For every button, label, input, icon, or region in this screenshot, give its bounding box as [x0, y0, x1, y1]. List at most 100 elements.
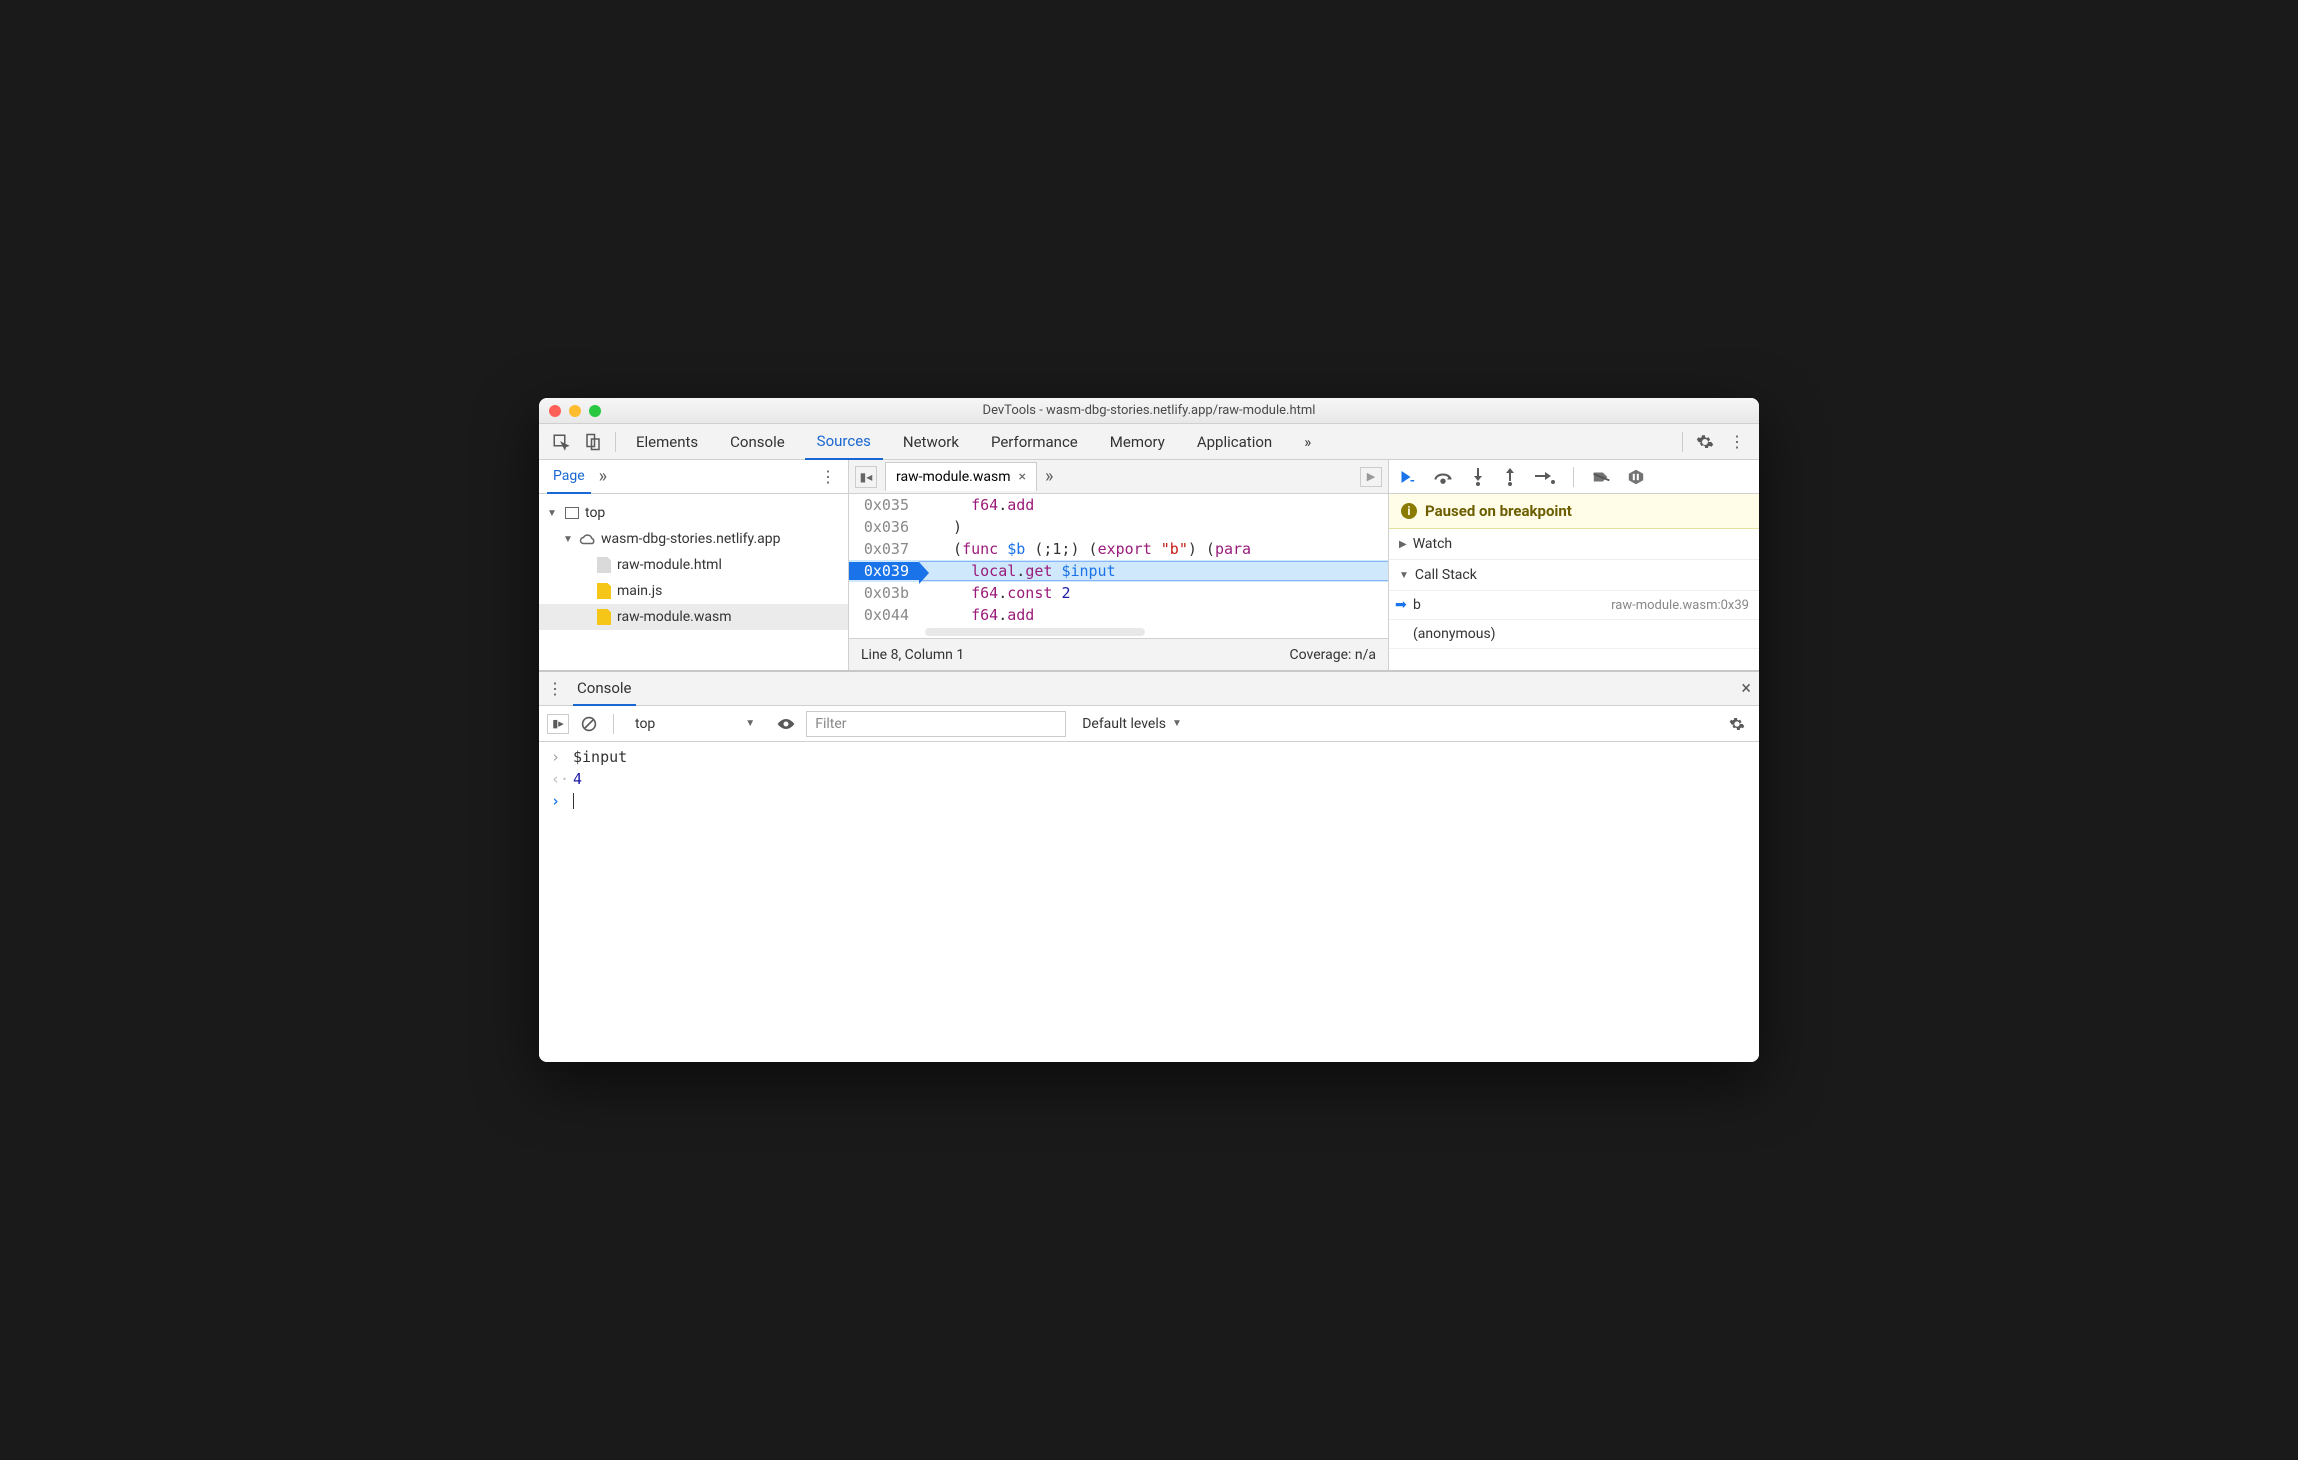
- editor-tabs-overflow[interactable]: »: [1045, 466, 1053, 487]
- sidebar-toggle[interactable]: ▮◂: [855, 466, 877, 488]
- console-drawer-tab[interactable]: Console: [573, 672, 636, 706]
- code-line[interactable]: 0x036 ): [849, 516, 1388, 538]
- titlebar: DevTools - wasm-dbg-stories.netlify.app/…: [539, 398, 1759, 424]
- code-content: ): [919, 518, 962, 536]
- console-entry-text: 4: [573, 770, 582, 788]
- debugger-toolbar: [1389, 460, 1759, 494]
- live-expression-icon[interactable]: [772, 710, 800, 738]
- file-icon: [595, 583, 613, 599]
- file-tree: ▼ top ▼ wasm-dbg-stories.netlify.app raw…: [539, 494, 848, 636]
- editor-file-tab[interactable]: raw-module.wasm ×: [885, 462, 1037, 491]
- tree-file-html[interactable]: raw-module.html: [539, 552, 848, 578]
- close-icon[interactable]: ×: [1019, 469, 1026, 485]
- devtools-window: DevTools - wasm-dbg-stories.netlify.app/…: [539, 398, 1759, 1062]
- tree-label: raw-module.html: [617, 557, 722, 573]
- paused-message: Paused on breakpoint: [1425, 502, 1572, 520]
- chevron-down-icon: ▼: [1399, 570, 1409, 581]
- gutter-address[interactable]: 0x036: [849, 518, 919, 536]
- code-line[interactable]: 0x044 f64.add: [849, 604, 1388, 626]
- minimize-window-button[interactable]: [569, 405, 581, 417]
- info-icon: i: [1401, 503, 1417, 519]
- navigator-kebab-icon[interactable]: ⋮: [816, 467, 840, 486]
- gutter-address[interactable]: 0x044: [849, 606, 919, 624]
- main-toolbar: Elements Console Sources Network Perform…: [539, 424, 1759, 460]
- step-over-icon[interactable]: [1433, 469, 1453, 485]
- prompt-marker-icon: ›: [551, 792, 563, 810]
- code-line[interactable]: 0x045 ): [849, 626, 1388, 628]
- maximize-window-button[interactable]: [589, 405, 601, 417]
- tab-performance[interactable]: Performance: [979, 425, 1090, 459]
- coverage-status: Coverage: n/a: [1290, 647, 1376, 663]
- deactivate-breakpoints-icon[interactable]: [1592, 469, 1610, 485]
- watch-section-header[interactable]: ▶ Watch: [1389, 529, 1759, 560]
- filter-placeholder: Filter: [815, 716, 846, 732]
- input-marker-icon: ›: [551, 748, 563, 766]
- callstack-section-header[interactable]: ▼ Call Stack: [1389, 560, 1759, 591]
- tab-network[interactable]: Network: [891, 425, 971, 459]
- console-input-row: › $input: [539, 746, 1759, 768]
- current-frame-indicator-icon: ➡: [1395, 597, 1407, 613]
- tab-elements[interactable]: Elements: [624, 425, 710, 459]
- tab-console[interactable]: Console: [718, 425, 797, 459]
- console-context-selector[interactable]: top ▼: [624, 711, 766, 737]
- callstack-frame[interactable]: ➡ b raw-module.wasm:0x39: [1389, 591, 1759, 620]
- code-line[interactable]: 0x035 f64.add: [849, 494, 1388, 516]
- gutter-address[interactable]: 0x035: [849, 496, 919, 514]
- traffic-lights: [539, 405, 601, 417]
- console-entry-text: $input: [573, 748, 627, 766]
- callstack-frame[interactable]: (anonymous): [1389, 620, 1759, 649]
- step-icon[interactable]: [1535, 470, 1555, 484]
- navigator-header: Page » ⋮: [539, 460, 848, 494]
- frame-location: raw-module.wasm:0x39: [1611, 598, 1749, 613]
- console-settings-icon[interactable]: [1723, 710, 1751, 738]
- code-line[interactable]: 0x037 (func $b (;1;) (export "b") (para: [849, 538, 1388, 560]
- clear-console-icon[interactable]: [575, 710, 603, 738]
- tree-frame-top[interactable]: ▼ top: [539, 500, 848, 526]
- context-value: top: [635, 716, 655, 732]
- horizontal-scrollbar[interactable]: [849, 628, 1388, 638]
- tab-memory[interactable]: Memory: [1098, 425, 1177, 459]
- resume-icon[interactable]: [1397, 468, 1415, 486]
- run-snippet-icon[interactable]: ▶: [1360, 467, 1382, 487]
- settings-icon[interactable]: [1691, 428, 1719, 456]
- inspect-element-icon[interactable]: [547, 428, 575, 456]
- cloud-icon: [579, 532, 597, 546]
- tree-file-js[interactable]: main.js: [539, 578, 848, 604]
- section-label: Watch: [1413, 536, 1452, 552]
- pause-on-exceptions-icon[interactable]: [1628, 469, 1644, 485]
- code-editor[interactable]: 0x035 f64.add0x036 )0x037 (func $b (;1;)…: [849, 494, 1388, 628]
- navigator-tabs-overflow[interactable]: »: [599, 466, 607, 487]
- main-area: Page » ⋮ ▼ top ▼ wasm-dbg-stories.netlif…: [539, 460, 1759, 670]
- code-line[interactable]: 0x039 local.get $input: [849, 560, 1388, 582]
- console-toolbar: ▮▸ top ▼ Filter Default levels ▼: [539, 706, 1759, 742]
- console-sidebar-toggle-icon[interactable]: ▮▸: [547, 714, 569, 734]
- frame-icon: [563, 507, 581, 519]
- code-line[interactable]: 0x03b f64.const 2: [849, 582, 1388, 604]
- device-toggle-icon[interactable]: [579, 428, 607, 456]
- editor-header: ▮◂ raw-module.wasm × » ▶: [849, 460, 1388, 494]
- drawer-kebab-icon[interactable]: ⋮: [547, 679, 563, 698]
- close-window-button[interactable]: [549, 405, 561, 417]
- navigator-tab-page[interactable]: Page: [547, 460, 591, 494]
- log-levels-selector[interactable]: Default levels ▼: [1082, 716, 1182, 732]
- gutter-address[interactable]: 0x037: [849, 540, 919, 558]
- console-filter-input[interactable]: Filter: [806, 711, 1066, 737]
- toolbar-separator: [1573, 467, 1574, 487]
- tab-application[interactable]: Application: [1185, 425, 1284, 459]
- toolbar-separator: [1682, 432, 1683, 452]
- console-prompt-row[interactable]: ›: [539, 790, 1759, 812]
- kebab-menu-icon[interactable]: ⋮: [1723, 428, 1751, 456]
- tree-domain[interactable]: ▼ wasm-dbg-stories.netlify.app: [539, 526, 848, 552]
- gutter-address[interactable]: 0x03b: [849, 584, 919, 602]
- tabs-overflow[interactable]: »: [1292, 425, 1323, 459]
- step-into-icon[interactable]: [1471, 468, 1485, 486]
- tree-file-wasm[interactable]: raw-module.wasm: [539, 604, 848, 630]
- file-icon: [595, 557, 613, 573]
- tree-label: wasm-dbg-stories.netlify.app: [601, 531, 780, 547]
- chevron-down-icon: ▼: [745, 718, 755, 729]
- tab-sources[interactable]: Sources: [805, 424, 883, 460]
- step-out-icon[interactable]: [1503, 468, 1517, 486]
- console-output-row: ‹· 4: [539, 768, 1759, 790]
- gutter-address[interactable]: 0x039: [849, 562, 919, 580]
- close-drawer-icon[interactable]: ×: [1741, 678, 1751, 699]
